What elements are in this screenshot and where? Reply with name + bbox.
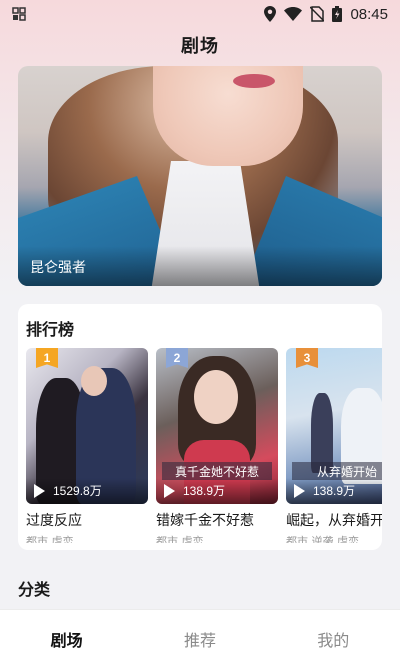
- drama-poster[interactable]: 1 1529.8万: [26, 348, 148, 504]
- play-count: 138.9万: [313, 484, 356, 498]
- ranking-section: 排行榜 1 1529.8万 过度反应 都市 虐恋 2 真千金她不好惹 138.9…: [18, 304, 382, 550]
- tab-theater[interactable]: 剧场: [7, 627, 127, 651]
- tab-recommend[interactable]: 推荐: [140, 627, 260, 651]
- drama-poster[interactable]: 2 真千金她不好惹 138.9万: [156, 348, 278, 504]
- location-icon: [264, 6, 277, 22]
- ranking-item[interactable]: 2 真千金她不好惹 138.9万 错嫁千金不好惹 都市 虐恋: [156, 348, 278, 543]
- ranking-title: 排行榜: [26, 320, 75, 339]
- ranking-list[interactable]: 1 1529.8万 过度反应 都市 虐恋 2 真千金她不好惹 138.9万 错嫁…: [26, 348, 382, 543]
- battery-icon: [332, 6, 343, 22]
- header: 剧场: [0, 30, 400, 60]
- rank-badge: 2: [166, 348, 188, 368]
- drama-tags: 都市 虐恋: [26, 535, 74, 543]
- ranking-item[interactable]: 1 1529.8万 过度反应 都市 虐恋: [26, 348, 148, 543]
- drama-poster[interactable]: 3 从弃婚开始 138.9万: [286, 348, 382, 504]
- banner-caption: 昆仑强者: [30, 260, 86, 276]
- notification-icon: [12, 7, 26, 21]
- wifi-icon: [284, 7, 303, 21]
- drama-tags: 都市 虐恋: [156, 535, 204, 543]
- rank-badge: 1: [36, 348, 58, 368]
- play-icon: [34, 483, 45, 498]
- page-title: 剧场: [181, 36, 219, 57]
- bottom-nav: 剧场 推荐 我的: [0, 609, 400, 667]
- poster-face: [81, 366, 107, 396]
- drama-title[interactable]: 错嫁千金不好惹: [156, 510, 278, 530]
- featured-banner[interactable]: 昆仑强者: [18, 66, 382, 286]
- play-count-row: 1529.8万: [34, 482, 102, 499]
- status-bar: 08:45: [0, 0, 400, 28]
- poster-face: [194, 370, 238, 424]
- drama-title[interactable]: 崛起，从弃婚开: [286, 510, 382, 530]
- drama-tags: 都市 逆袭 虐恋: [286, 535, 359, 543]
- rank-number: 3: [303, 351, 311, 365]
- play-icon: [294, 483, 305, 498]
- banner-image-face: [153, 66, 303, 166]
- tab-profile[interactable]: 我的: [273, 627, 393, 651]
- drama-title[interactable]: 过度反应: [26, 510, 148, 530]
- ranking-item[interactable]: 3 从弃婚开始 138.9万 崛起，从弃婚开 都市 逆袭 虐恋: [286, 348, 382, 543]
- no-sim-icon: [310, 6, 325, 22]
- status-time: 08:45: [350, 5, 388, 23]
- rank-number: 1: [43, 351, 51, 365]
- play-count-row: 138.9万: [294, 482, 355, 499]
- play-count-row: 138.9万: [164, 482, 225, 499]
- rank-badge: 3: [296, 348, 318, 368]
- poster-figure-man: [311, 393, 333, 473]
- play-count: 1529.8万: [53, 484, 102, 498]
- banner-image-lips: [233, 74, 275, 88]
- category-title: 分类: [18, 580, 51, 599]
- play-icon: [164, 483, 175, 498]
- rank-number: 2: [173, 351, 181, 365]
- play-count: 138.9万: [183, 484, 226, 498]
